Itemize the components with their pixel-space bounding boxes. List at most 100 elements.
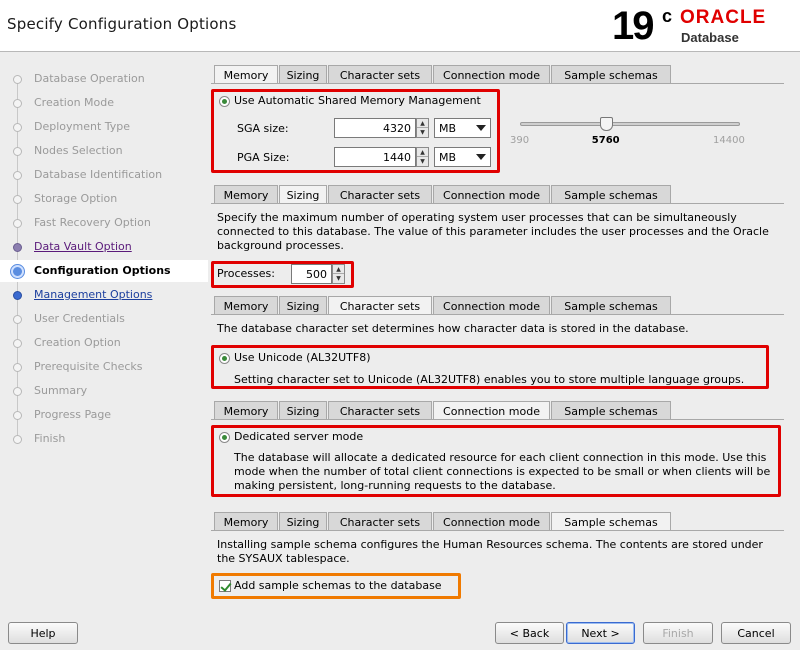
logo-superscript: c [662, 6, 673, 26]
sidebar-step-label: Fast Recovery Option [34, 216, 151, 229]
tab-sizing[interactable]: Sizing [279, 65, 327, 84]
tab-memory[interactable]: Memory [214, 512, 278, 531]
spinner-up-icon[interactable]: ▲ [333, 265, 344, 274]
tab-sample-schemas[interactable]: Sample schemas [551, 296, 671, 315]
sidebar-step: Progress Page [0, 404, 208, 426]
spinner-down-icon[interactable]: ▼ [417, 128, 428, 137]
tab-connection-mode[interactable]: Connection mode [433, 512, 550, 531]
tab-sizing[interactable]: Sizing [279, 185, 327, 205]
asmm-radio[interactable] [219, 96, 230, 107]
tab-sample-schemas[interactable]: Sample schemas [551, 65, 671, 84]
tab-connection-mode[interactable]: Connection mode [433, 401, 550, 421]
tab-sample-schemas[interactable]: Sample schemas [551, 185, 671, 204]
step-dot-icon [13, 315, 22, 324]
step-dot-icon [13, 435, 22, 444]
sidebar-step-label: Database Identification [34, 168, 163, 181]
sidebar-step: Configuration Options [0, 260, 208, 282]
sidebar-step: Summary [0, 380, 208, 402]
sidebar-step-label: Finish [34, 432, 66, 445]
pga-size-input[interactable]: 1440 [334, 147, 416, 167]
tab-connection-mode[interactable]: Connection mode [433, 185, 550, 204]
step-dot-icon [13, 291, 22, 300]
tab-connection-mode[interactable]: Connection mode [433, 296, 550, 315]
steps-sidebar: Database Operation Creation Mode Deploymen… [0, 53, 208, 618]
pga-spinner[interactable]: ▲ ▼ [416, 147, 429, 167]
charsets-content: The database character set determines ho… [211, 314, 784, 394]
next-button[interactable]: Next > [566, 622, 635, 644]
spinner-up-icon[interactable]: ▲ [417, 119, 428, 128]
back-button[interactable]: < Back [495, 622, 564, 644]
step-dot-icon [13, 195, 22, 204]
memory-slider-thumb[interactable] [599, 117, 613, 131]
logo-version: 19 [612, 4, 654, 48]
processes-spinner[interactable]: ▲ ▼ [332, 264, 345, 284]
unicode-radio[interactable] [219, 353, 230, 364]
finish-button[interactable]: Finish [643, 622, 713, 644]
sidebar-step: Database Operation [0, 68, 208, 90]
unicode-label: Use Unicode (AL32UTF8) [234, 351, 371, 364]
sga-label: SGA size: [237, 122, 289, 135]
sidebar-step[interactable]: Data Vault Option [0, 236, 208, 258]
charsets-description: The database character set determines ho… [217, 322, 689, 335]
step-dot-icon [13, 99, 22, 108]
dedicated-radio[interactable] [219, 432, 230, 443]
pga-label: PGA Size: [237, 151, 290, 164]
sidebar-step[interactable]: Management Options [0, 284, 208, 306]
step-dot-icon [11, 265, 24, 278]
tab-character-sets[interactable]: Character sets [328, 185, 432, 204]
processes-input[interactable]: 500 [291, 264, 332, 284]
tab-character-sets[interactable]: Character sets [328, 65, 432, 84]
sidebar-step-label: User Credentials [34, 312, 125, 325]
sidebar-step: Finish [0, 428, 208, 450]
tab-sizing[interactable]: Sizing [279, 512, 327, 531]
sidebar-step-label: Prerequisite Checks [34, 360, 143, 373]
step-dot-icon [13, 387, 22, 396]
sidebar-step-label: Creation Option [34, 336, 121, 349]
step-dot-icon [13, 243, 22, 252]
tab-sizing[interactable]: Sizing [279, 296, 327, 315]
asmm-label: Use Automatic Shared Memory Management [234, 94, 481, 107]
sga-unit-select[interactable]: MB [434, 118, 491, 138]
sga-spinner[interactable]: ▲ ▼ [416, 118, 429, 138]
step-dot-icon [13, 411, 22, 420]
sidebar-step: Creation Mode [0, 92, 208, 114]
spinner-down-icon[interactable]: ▼ [333, 274, 344, 283]
unicode-note: Setting character set to Unicode (AL32UT… [234, 373, 745, 386]
spinner-up-icon[interactable]: ▲ [417, 148, 428, 157]
sidebar-step-label: Database Operation [34, 72, 145, 85]
sample-schemas-checkbox[interactable] [219, 580, 231, 592]
tab-memory[interactable]: Memory [214, 185, 278, 204]
logo-brand: ORACLE [680, 7, 767, 28]
tab-sample-schemas[interactable]: Sample schemas [551, 401, 671, 420]
tab-memory[interactable]: Memory [214, 401, 278, 420]
page-title: Specify Configuration Options [7, 15, 237, 33]
logo-product: Database [681, 30, 739, 45]
samples-content: Installing sample schema configures the … [211, 530, 784, 610]
help-button[interactable]: Help [8, 622, 78, 644]
tab-memory[interactable]: Memory [214, 65, 278, 85]
tab-sample-schemas[interactable]: Sample schemas [551, 512, 671, 532]
chevron-down-icon [476, 154, 486, 160]
tab-character-sets[interactable]: Character sets [328, 401, 432, 420]
sidebar-step: Creation Option [0, 332, 208, 354]
sidebar-step: Nodes Selection [0, 140, 208, 162]
cancel-button[interactable]: Cancel [721, 622, 791, 644]
tab-character-sets[interactable]: Character sets [328, 296, 432, 316]
memory-slider[interactable] [520, 122, 740, 126]
tab-connection-mode[interactable]: Connection mode [433, 65, 550, 84]
chevron-down-icon [476, 125, 486, 131]
tab-sizing[interactable]: Sizing [279, 401, 327, 420]
tab-character-sets[interactable]: Character sets [328, 512, 432, 531]
spinner-down-icon[interactable]: ▼ [417, 157, 428, 166]
slider-min-label: 390 [510, 135, 530, 146]
step-dot-icon [13, 363, 22, 372]
sga-size-input[interactable]: 4320 [334, 118, 416, 138]
sidebar-step-label: Data Vault Option [34, 240, 132, 253]
tab-memory[interactable]: Memory [214, 296, 278, 315]
sidebar-step: User Credentials [0, 308, 208, 330]
step-dot-icon [13, 339, 22, 348]
sizing-panel: Memory Sizing Character sets Connection … [211, 185, 784, 290]
memory-content: Use Automatic Shared Memory Management S… [211, 83, 784, 183]
dedicated-note: The database will allocate a dedicated r… [234, 451, 771, 492]
pga-unit-select[interactable]: MB [434, 147, 491, 167]
